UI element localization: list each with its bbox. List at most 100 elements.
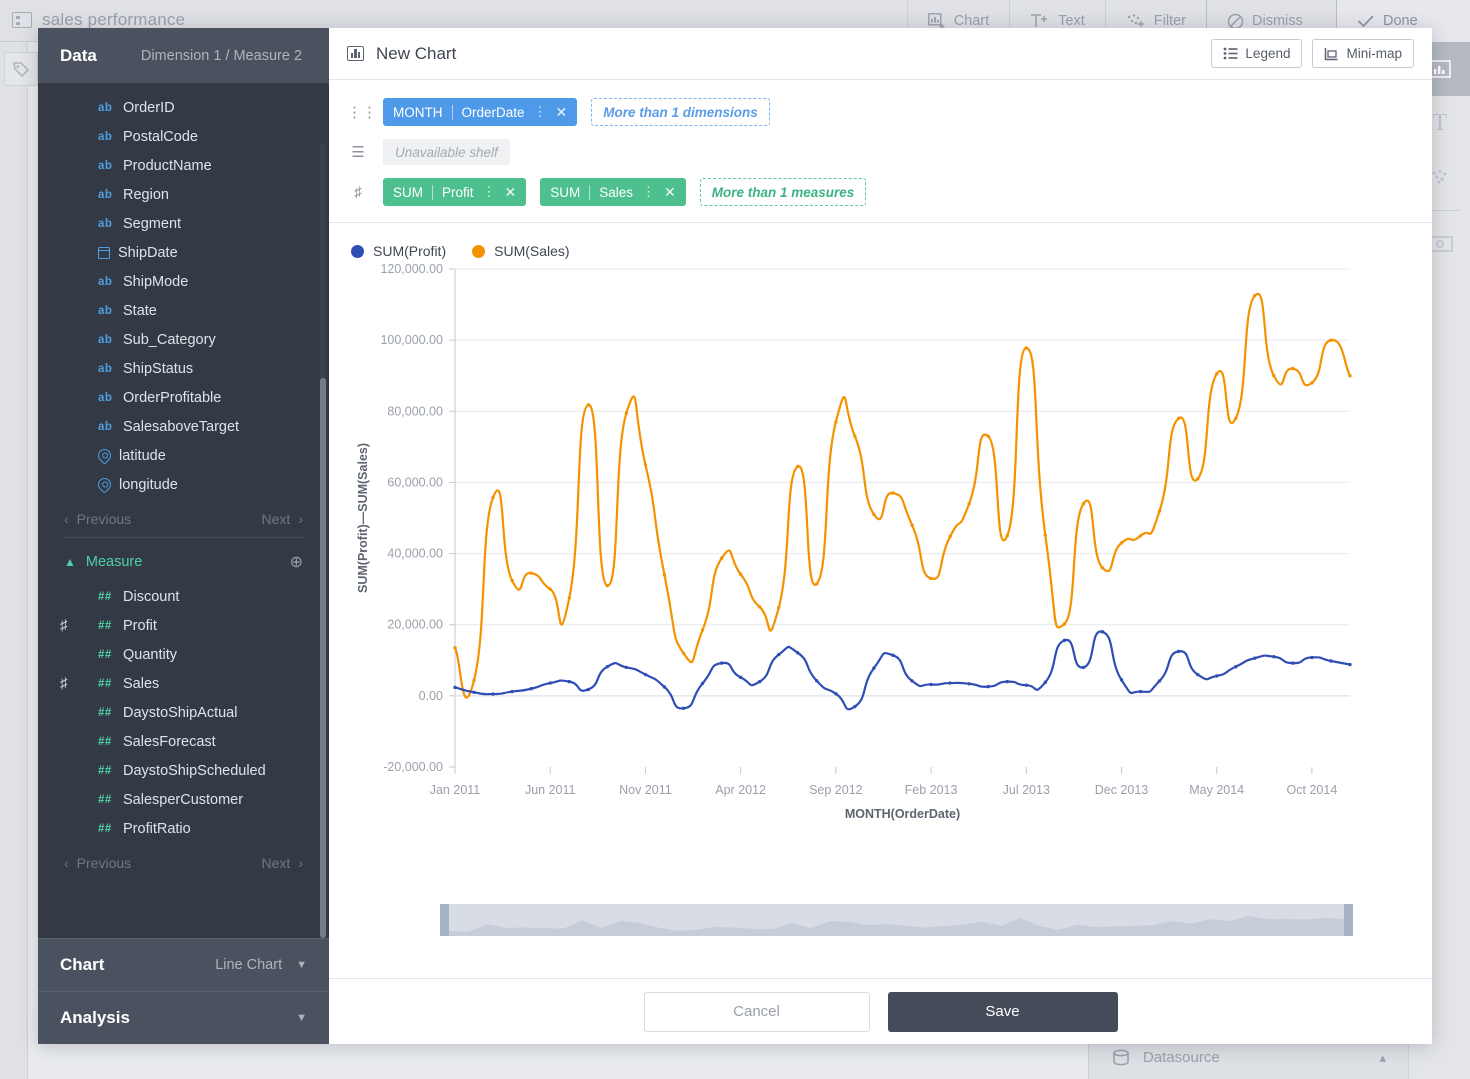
field-label: SalesaboveTarget xyxy=(123,418,240,435)
chart-canvas: SUM(Profit) SUM(Sales) -20,000.00 0.00 20,… xyxy=(329,223,1432,978)
tag-icon-button[interactable] xyxy=(4,52,38,86)
save-button[interactable]: Save xyxy=(887,991,1118,1032)
field-item[interactable]: ## Quantity xyxy=(38,640,329,669)
field-item[interactable]: ab PostalCode xyxy=(38,122,329,151)
numeric-icon: ## xyxy=(98,764,112,777)
pill-menu-icon[interactable]: ⋮ xyxy=(483,184,496,200)
pill-agg: MONTH xyxy=(393,104,443,120)
field-item[interactable]: ab Segment xyxy=(38,209,329,238)
pill-agg: SUM xyxy=(393,184,423,200)
range-slider[interactable] xyxy=(440,904,1353,936)
measure-next-button[interactable]: Next › xyxy=(262,855,303,871)
field-item[interactable]: ## ProfitRatio xyxy=(38,814,329,843)
scatter-icon xyxy=(1432,170,1447,184)
analysis-section-title: Analysis xyxy=(60,1008,130,1027)
field-item[interactable]: ab OrderProfitable xyxy=(38,383,329,412)
measure-pill-sales[interactable]: SUM Sales ⋮ ✕ xyxy=(540,178,686,206)
dimension-next-button[interactable]: Next › xyxy=(262,511,303,527)
measure-pill-profit[interactable]: SUM Profit ⋮ ✕ xyxy=(383,178,527,206)
legend-item-profit[interactable]: SUM(Profit) xyxy=(351,243,446,259)
pill-remove-icon[interactable]: ✕ xyxy=(505,184,517,201)
pill-remove-icon[interactable]: ✕ xyxy=(664,184,676,201)
abc-icon: ab xyxy=(98,159,113,172)
field-label: OrderProfitable xyxy=(123,389,222,406)
measure-previous-button[interactable]: ‹ Previous xyxy=(64,855,131,871)
field-label: DaystoShipScheduled xyxy=(123,762,266,779)
field-item[interactable]: ♯ ## Sales xyxy=(38,669,329,698)
pill-menu-icon[interactable]: ⋮ xyxy=(642,184,655,200)
pill-divider xyxy=(589,184,591,200)
database-icon xyxy=(1113,1049,1129,1065)
range-handle-right[interactable] xyxy=(1344,904,1353,936)
numeric-icon: ## xyxy=(98,677,112,690)
field-item[interactable]: ab Sub_Category xyxy=(38,325,329,354)
field-item[interactable]: ## Discount xyxy=(38,582,329,611)
measure-group-header[interactable]: ▲ Measure ⊕ xyxy=(38,538,329,582)
legend-swatch xyxy=(351,244,364,258)
field-item[interactable]: ab State xyxy=(38,296,329,325)
field-item[interactable]: ab SalesaboveTarget xyxy=(38,412,329,441)
dimension-pill[interactable]: MONTH OrderDate ⋮ ✕ xyxy=(383,98,578,126)
chevron-down-icon[interactable]: ▼ xyxy=(296,959,307,971)
svg-text:0.00: 0.00 xyxy=(419,689,443,703)
minimap-icon xyxy=(1325,47,1338,60)
field-label: ProductName xyxy=(123,157,212,174)
chevron-down-icon[interactable]: ▼ xyxy=(296,1012,307,1024)
pill-field: Sales xyxy=(599,184,634,200)
minimap-button[interactable]: Mini-map xyxy=(1312,39,1414,68)
svg-text:Jul 2013: Jul 2013 xyxy=(1003,783,1050,797)
field-label: DaystoShipActual xyxy=(123,704,238,721)
analysis-section-header[interactable]: Analysis ▼ xyxy=(38,991,329,1044)
field-item[interactable]: ab Region xyxy=(38,180,329,209)
field-item[interactable]: ab ShipMode xyxy=(38,267,329,296)
field-item[interactable]: ## DaystoShipActual xyxy=(38,698,329,727)
bar-chart-icon xyxy=(347,46,364,61)
field-item[interactable]: ## DaystoShipScheduled xyxy=(38,756,329,785)
chevron-up-icon[interactable]: ▴ xyxy=(1379,1050,1386,1066)
field-item[interactable]: ## SalesForecast xyxy=(38,727,329,756)
location-icon xyxy=(95,446,114,465)
abc-icon: ab xyxy=(98,130,113,143)
svg-text:Apr 2012: Apr 2012 xyxy=(715,783,766,797)
field-item[interactable]: ab ProductName xyxy=(38,151,329,180)
legend-button-label: Legend xyxy=(1245,46,1291,61)
shelves-area: ⋮ ⋮ ⋮ MONTH OrderDate ⋮ ✕ More than 1 dime… xyxy=(329,80,1432,223)
legend-item-sales[interactable]: SUM(Sales) xyxy=(472,243,570,259)
chart-section-header[interactable]: Chart Line Chart ▼ xyxy=(38,938,329,991)
svg-text:May 2014: May 2014 xyxy=(1189,783,1244,797)
dimension-drop-target[interactable]: More than 1 dimensions xyxy=(591,98,770,126)
field-label: OrderID xyxy=(123,99,175,116)
measure-drop-target[interactable]: More than 1 measures xyxy=(699,178,867,206)
plus-circle-icon[interactable]: ⊕ xyxy=(290,552,303,572)
svg-text:Jun 2011: Jun 2011 xyxy=(525,783,576,797)
abc-icon: ab xyxy=(98,420,113,433)
dimension-previous-button[interactable]: ‹ Previous xyxy=(64,511,131,527)
numeric-icon: ## xyxy=(98,619,112,632)
svg-text:40,000.00: 40,000.00 xyxy=(387,547,443,561)
unavailable-shelf-label: Unavailable shelf xyxy=(383,139,510,165)
minimap-sparkline xyxy=(449,916,1344,936)
field-item[interactable]: ShipDate xyxy=(38,238,329,267)
field-item[interactable]: ab ShipStatus xyxy=(38,354,329,383)
range-handle-left[interactable] xyxy=(440,904,449,936)
chevron-up-icon[interactable]: ▲ xyxy=(64,555,76,569)
on-shelf-marker: ♯ xyxy=(60,617,68,634)
pill-menu-icon[interactable]: ⋮ xyxy=(534,104,547,120)
field-label: Sub_Category xyxy=(123,331,216,348)
new-chart-modal: Data Dimension 1 / Measure 2 ab OrderID a… xyxy=(38,28,1432,1044)
field-item[interactable]: longitude xyxy=(38,470,329,499)
chevron-right-icon: › xyxy=(298,855,303,871)
range-slider-track[interactable] xyxy=(449,904,1344,936)
legend-button[interactable]: Legend xyxy=(1211,39,1303,68)
field-item[interactable]: ♯ ## Profit xyxy=(38,611,329,640)
measure-shelf[interactable]: ♯ SUM Profit ⋮ ✕ SUM Sales ⋮ ✕ More than… xyxy=(329,172,1432,212)
unavailable-shelf: ☰ Unavailable shelf xyxy=(329,132,1432,172)
field-item[interactable]: ab OrderID xyxy=(38,93,329,122)
pill-remove-icon[interactable]: ✕ xyxy=(556,104,568,121)
abc-icon: ab xyxy=(98,391,113,404)
field-item[interactable]: ## SalesperCustomer xyxy=(38,785,329,814)
cancel-button[interactable]: Cancel xyxy=(643,991,870,1032)
dimension-shelf[interactable]: ⋮⋮⋮ MONTH OrderDate ⋮ ✕ More than 1 dime… xyxy=(329,92,1432,132)
legend-label: SUM(Sales) xyxy=(494,243,570,259)
field-item[interactable]: latitude xyxy=(38,441,329,470)
